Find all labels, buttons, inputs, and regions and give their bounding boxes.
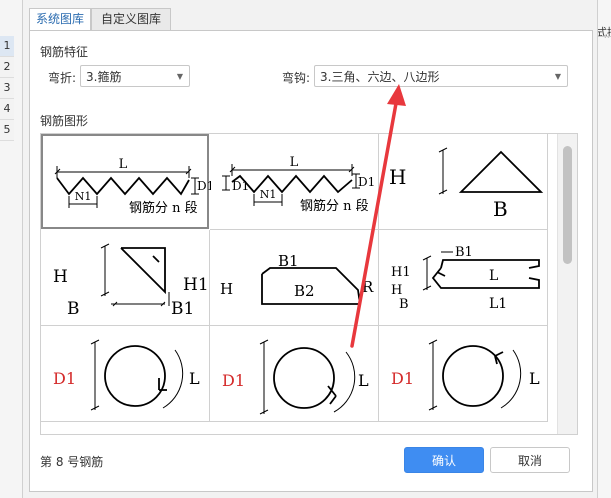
selected-rebar-status: 第 8 号钢筋 bbox=[40, 455, 104, 469]
dim-l-label: L bbox=[529, 369, 540, 388]
dim-b2-label: B2 bbox=[294, 282, 315, 300]
dim-l-label: L bbox=[489, 268, 498, 284]
background-divider bbox=[596, 36, 611, 37]
dim-d1-label: D1 bbox=[358, 175, 375, 189]
shape-cell-4[interactable]: H B H1 B1 bbox=[41, 230, 210, 326]
cancel-button[interactable]: 取消 bbox=[490, 447, 570, 473]
dim-b-label: B bbox=[493, 197, 508, 221]
background-column-header: 式描 bbox=[596, 26, 611, 39]
shape-cell-1[interactable]: L D1 N1 钢筋分 n 段 bbox=[41, 134, 211, 229]
row-number: 3 bbox=[0, 78, 14, 99]
dim-h-label: H bbox=[220, 280, 233, 298]
hook-select[interactable]: 3.三角、六边、八边形 ▼ bbox=[314, 65, 568, 87]
background-sheet-right bbox=[596, 0, 611, 498]
dim-h1-label: H1 bbox=[183, 275, 209, 295]
dim-b1-label: B1 bbox=[171, 299, 194, 319]
row-number: 5 bbox=[0, 120, 14, 141]
library-panel: 钢筋特征 弯折: 3.箍筋 ▼ 弯钩: 3.三角、六边、八边形 ▼ 钢筋图形 L… bbox=[29, 30, 593, 492]
dim-d1-label: D1 bbox=[222, 371, 245, 390]
shape-cell-5[interactable]: B1 H B2 R bbox=[210, 230, 379, 326]
rebar-library-dialog: 系统图库 自定义图库 钢筋特征 弯折: 3.箍筋 ▼ 弯钩: 3.三角、六边、八… bbox=[22, 0, 598, 498]
shape-cell-8[interactable]: D1 L bbox=[210, 326, 379, 422]
dim-h-label: H bbox=[389, 165, 406, 189]
dim-d1-label: D1 bbox=[232, 179, 249, 193]
row-number: 1 bbox=[0, 36, 14, 57]
dim-l-label: L bbox=[358, 371, 369, 390]
dim-l-label: L bbox=[290, 155, 299, 170]
shape-cell-6[interactable]: B1 H1 H B L L1 bbox=[379, 230, 548, 326]
dim-b-label: B bbox=[67, 299, 80, 319]
dim-r-label: R bbox=[362, 278, 374, 296]
bend-select-value: 3.箍筋 bbox=[86, 70, 122, 84]
hook-select-value: 3.三角、六边、八边形 bbox=[320, 70, 440, 84]
scrollbar-thumb[interactable] bbox=[563, 146, 572, 264]
shape-cell-3[interactable]: H B bbox=[379, 134, 548, 230]
dim-h-label: H bbox=[391, 283, 402, 298]
dim-l-label: L bbox=[189, 369, 200, 388]
dim-d1-label: D1 bbox=[53, 369, 76, 388]
dim-n1-label: N1 bbox=[260, 188, 277, 201]
dim-n1-label: N1 bbox=[75, 190, 92, 203]
dim-h-label: H bbox=[53, 267, 68, 287]
hook-label: 弯钩: bbox=[282, 71, 311, 85]
tab-system-library[interactable]: 系统图库 bbox=[29, 8, 91, 32]
chevron-down-icon: ▼ bbox=[554, 72, 561, 81]
shape-grid-scrollbar[interactable] bbox=[557, 134, 577, 434]
rebar-shape-grid: L D1 N1 钢筋分 n 段 bbox=[40, 133, 578, 435]
shape-cell-9[interactable]: D1 L bbox=[379, 326, 548, 422]
dim-d1-label: D1 bbox=[391, 369, 414, 388]
row-number: 4 bbox=[0, 99, 14, 120]
shape-cell-2[interactable]: L D1 D1 N1 钢筋分 n 段 bbox=[210, 134, 379, 230]
features-section-title: 钢筋特征 bbox=[40, 45, 89, 59]
dim-d1-label: D1 bbox=[197, 179, 211, 193]
dim-h1-label: H1 bbox=[391, 265, 411, 280]
confirm-button[interactable]: 确认 bbox=[404, 447, 484, 473]
tab-custom-library[interactable]: 自定义图库 bbox=[91, 8, 171, 31]
row-number: 2 bbox=[0, 57, 14, 78]
segment-note: 钢筋分 n 段 bbox=[300, 198, 369, 214]
dim-b1-label: B1 bbox=[278, 252, 299, 270]
dim-b1-label: B1 bbox=[455, 245, 473, 260]
bend-select[interactable]: 3.箍筋 ▼ bbox=[80, 65, 190, 87]
dim-l-label: L bbox=[119, 157, 128, 172]
dim-l1-label: L1 bbox=[489, 296, 507, 312]
shape-cell-7[interactable]: D1 L bbox=[41, 326, 210, 422]
chevron-down-icon: ▼ bbox=[176, 72, 183, 81]
shapes-section-title: 钢筋图形 bbox=[40, 114, 89, 128]
bend-label: 弯折: bbox=[48, 71, 77, 85]
segment-note: 钢筋分 n 段 bbox=[129, 200, 198, 216]
dim-b-label: B bbox=[399, 297, 409, 312]
